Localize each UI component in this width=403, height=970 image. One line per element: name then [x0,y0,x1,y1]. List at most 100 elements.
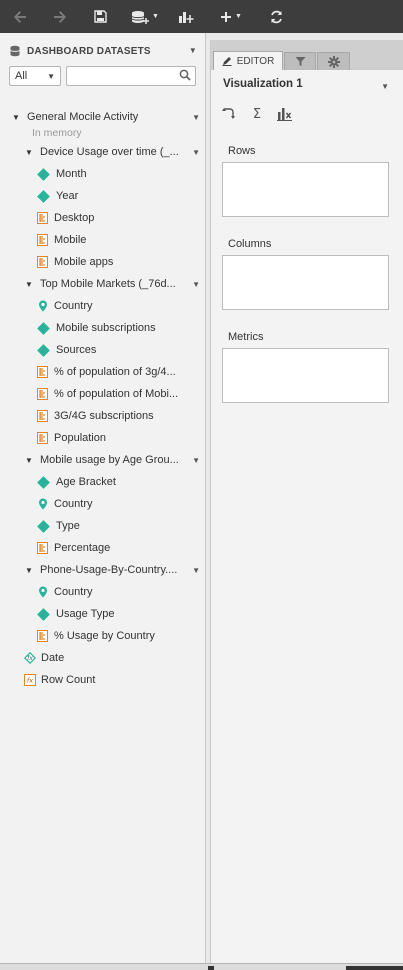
metric-ruler-icon [37,410,48,422]
chart-add-icon [179,11,194,23]
columns-label: Columns [228,238,272,250]
scroll-thumb-right[interactable] [346,966,403,970]
datasets-menu-caret-icon[interactable]: ▼ [189,46,197,55]
scroll-thumb-left[interactable] [208,966,214,970]
tab-editor[interactable]: EDITOR [213,51,283,70]
refresh-icon [270,10,282,23]
metrics-drop-zone[interactable] [222,348,389,403]
database-add-icon [131,10,150,24]
metric-ruler-icon [37,388,48,400]
arrow-right-icon [54,10,66,23]
geo-attribute-item[interactable]: Country [37,581,93,603]
datasets-panel: DASHBOARD DATASETS ▼ All ▼ ▼ General Moc… [0,33,206,963]
insert-button[interactable]: ▼ [218,0,244,33]
search-icon [179,69,191,81]
refresh-button[interactable] [266,0,286,33]
datasets-header: DASHBOARD DATASETS ▼ [9,42,197,60]
metric-ruler-icon [37,542,48,554]
attribute-item[interactable]: Month [37,163,87,185]
collapse-triangle-icon[interactable]: ▼ [25,148,35,157]
metric-item[interactable]: Desktop [37,207,94,229]
attribute-diamond-icon [37,343,50,357]
collapse-triangle-icon[interactable]: ▼ [12,113,22,122]
rows-drop-zone[interactable] [222,162,389,217]
add-data-button[interactable]: ▼ [128,0,162,33]
metric-ruler-icon [37,630,48,642]
collapse-triangle-icon[interactable]: ▼ [25,456,35,465]
geo-attribute-item[interactable]: Country [37,295,93,317]
save-button[interactable] [90,0,110,33]
location-pin-icon [39,586,47,598]
columns-drop-zone[interactable] [222,255,389,310]
swap-axes-button[interactable] [221,106,237,122]
attribute-item[interactable]: Type [37,515,80,537]
attribute-item[interactable]: Sources [37,339,96,361]
svg-text:fx: fx [27,655,33,662]
chart-settings-button[interactable] [276,106,292,122]
attribute-diamond-icon [37,475,50,489]
tab-filter[interactable] [284,52,316,70]
table-node[interactable]: ▼ Phone-Usage-By-Country.... ▼ [25,559,200,581]
metric-ruler-icon [37,234,48,246]
attribute-item[interactable]: Usage Type [37,603,115,625]
dataset-filter-value: All [15,70,28,82]
derived-attribute-fx-icon: fx [24,652,36,664]
metric-item[interactable]: % of population of 3g/4... [37,361,176,383]
metric-ruler-icon [37,212,48,224]
tab-settings[interactable] [317,52,350,70]
sigma-icon: Σ [252,106,262,122]
metric-item[interactable]: Mobile [37,229,86,251]
editor-panel: EDITOR Visualization 1 ▼ Σ Rows Columns … [210,40,403,963]
attribute-item[interactable]: Year [37,185,78,207]
location-pin-icon [39,498,47,510]
gear-icon [327,55,340,68]
visualization-menu-caret-icon[interactable]: ▼ [381,82,389,91]
table-menu-caret-icon[interactable]: ▼ [192,280,200,289]
metric-item[interactable]: % of population of Mobi... [37,383,178,405]
geo-attribute-item[interactable]: Country [37,493,93,515]
attribute-diamond-icon [37,607,50,621]
derived-metric-fx-icon: fx [24,674,36,686]
derived-metric-item[interactable]: fx Row Count [24,669,95,691]
rows-label: Rows [228,145,256,157]
bottom-scrollbar[interactable] [0,963,403,970]
save-icon [93,10,107,23]
chevron-down-icon: ▼ [235,13,242,20]
metric-item[interactable]: Mobile apps [37,251,113,273]
table-menu-caret-icon[interactable]: ▼ [192,456,200,465]
svg-text:fx: fx [27,677,33,685]
attribute-item[interactable]: Mobile subscriptions [37,317,156,339]
collapse-triangle-icon[interactable]: ▼ [25,566,35,575]
metric-ruler-icon [37,256,48,268]
main-toolbar: ▼ ▼ [0,0,403,33]
metric-item[interactable]: Percentage [37,537,110,559]
metric-ruler-icon [37,432,48,444]
metrics-label: Metrics [228,331,264,343]
dataset-search-input[interactable] [66,66,196,86]
location-pin-icon [39,300,47,312]
dataset-menu-caret-icon[interactable]: ▼ [192,113,200,122]
dataset-filter-select[interactable]: All ▼ [9,66,61,86]
metric-item[interactable]: % Usage by Country [37,625,155,647]
table-node[interactable]: ▼ Top Mobile Markets (_76d... ▼ [25,273,200,295]
metric-ruler-icon [37,366,48,378]
table-menu-caret-icon[interactable]: ▼ [192,148,200,157]
table-node[interactable]: ▼ Device Usage over time (_... ▼ [25,141,200,163]
derived-attribute-item[interactable]: fx Date [24,647,64,669]
swap-axes-icon [222,108,235,119]
metric-item[interactable]: Population [37,427,106,449]
attribute-diamond-icon [37,167,50,181]
undo-button[interactable] [10,0,30,33]
metric-item[interactable]: 3G/4G subscriptions [37,405,154,427]
collapse-triangle-icon[interactable]: ▼ [25,280,35,289]
visualization-title[interactable]: Visualization 1 [223,78,303,90]
database-icon [10,45,20,57]
show-totals-button[interactable]: Σ [249,106,265,122]
redo-button[interactable] [50,0,70,33]
attribute-item[interactable]: Age Bracket [37,471,116,493]
table-node[interactable]: ▼ Mobile usage by Age Grou... ▼ [25,449,200,471]
plus-icon [221,11,232,22]
table-menu-caret-icon[interactable]: ▼ [192,566,200,575]
pencil-icon [222,57,232,66]
add-visualization-button[interactable] [176,0,196,33]
